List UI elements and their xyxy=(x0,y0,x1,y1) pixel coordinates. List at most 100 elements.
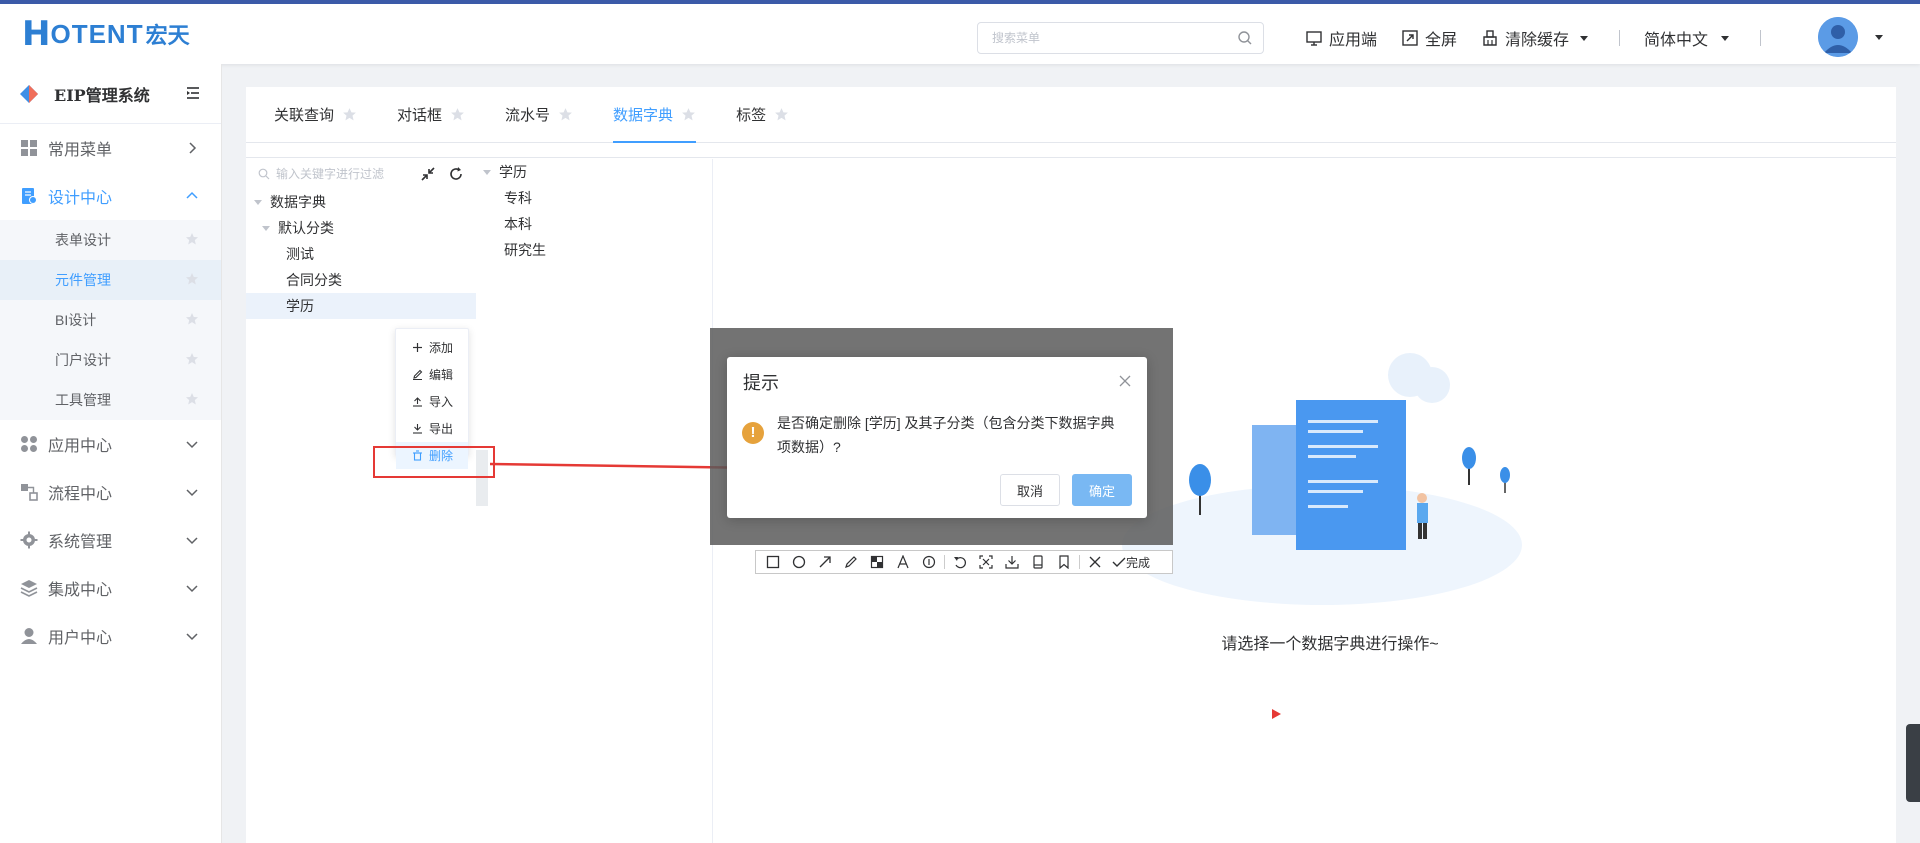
pin-tool[interactable] xyxy=(1025,551,1051,573)
sidebar-item-component-mgmt[interactable]: 元件管理 xyxy=(0,260,221,300)
menu-flow-center[interactable]: 流程中心 xyxy=(0,468,221,516)
arrow-tool[interactable] xyxy=(812,551,838,573)
clear-cache-button[interactable]: 清除缓存 xyxy=(1481,26,1595,50)
sidebar: EIP管理系统 常用菜单 设计中心 表单设计 元件管理 BI设计 门户设计 工具… xyxy=(0,64,222,843)
collapse-menu-icon[interactable] xyxy=(185,85,201,101)
number-circle-icon xyxy=(922,555,936,569)
menu-integration-center[interactable]: 集成中心 xyxy=(0,564,221,612)
tree-node[interactable]: 默认分类 xyxy=(246,215,476,241)
star-icon[interactable] xyxy=(185,352,199,366)
search-input[interactable] xyxy=(992,23,1232,53)
tree-context-menu: 添加 编辑 导入 导出 删除 xyxy=(395,328,469,469)
tree-node[interactable]: 合同分类 xyxy=(246,267,476,293)
tree-node[interactable]: 学历 xyxy=(483,159,712,185)
annotation-toolbar: 完成 xyxy=(755,550,1173,574)
tab-related-query[interactable]: 关联查询 xyxy=(274,86,357,142)
search-icon xyxy=(258,168,270,180)
refresh-icon[interactable] xyxy=(448,166,464,182)
tree-node[interactable]: 专科 xyxy=(483,185,712,211)
tab-serial-number[interactable]: 流水号 xyxy=(505,86,573,142)
menu-user-center[interactable]: 用户中心 xyxy=(0,612,221,660)
mosaic-tool[interactable] xyxy=(864,551,890,573)
undo-tool[interactable] xyxy=(947,551,973,573)
star-icon[interactable] xyxy=(185,392,199,406)
star-icon[interactable] xyxy=(450,107,465,122)
ellipse-tool[interactable] xyxy=(786,551,812,573)
tab-data-dictionary[interactable]: 数据字典 xyxy=(613,86,697,143)
dialog-message: 是否确定删除 [学历] 及其子分类（包含分类下数据字典项数据）? xyxy=(777,415,1115,455)
save-tool[interactable] xyxy=(999,551,1025,573)
tree-filter-input[interactable] xyxy=(276,167,426,181)
context-export[interactable]: 导出 xyxy=(396,415,468,442)
star-icon[interactable] xyxy=(185,312,199,326)
rectangle-tool[interactable] xyxy=(760,551,786,573)
tree-node[interactable]: 本科 xyxy=(483,211,712,237)
chevron-right-icon xyxy=(189,142,197,154)
context-import[interactable]: 导入 xyxy=(396,388,468,415)
star-icon[interactable] xyxy=(558,107,573,122)
cancel-button[interactable]: 取消 xyxy=(1000,474,1060,506)
hotent-logo[interactable]: H OTENT 宏天 xyxy=(22,14,190,54)
cancel-tool[interactable] xyxy=(1082,551,1108,573)
caret-down-icon xyxy=(1721,36,1730,41)
menu-system-mgmt[interactable]: 系统管理 xyxy=(0,516,221,564)
text-icon xyxy=(897,555,909,569)
caret-down-icon[interactable] xyxy=(483,169,491,175)
warning-icon: ! xyxy=(742,422,764,444)
number-tool[interactable] xyxy=(916,551,942,573)
done-button[interactable]: 完成 xyxy=(1112,554,1150,571)
close-icon[interactable] xyxy=(1119,375,1131,387)
layers-icon xyxy=(20,580,38,597)
tree-node[interactable]: 研究生 xyxy=(483,237,712,263)
menu-common[interactable]: 常用菜单 xyxy=(0,124,221,172)
divider xyxy=(1760,30,1762,46)
menu-app-center[interactable]: 应用中心 xyxy=(0,420,221,468)
tree-node[interactable]: 数据字典 xyxy=(246,189,476,215)
caret-down-icon[interactable] xyxy=(262,225,270,231)
confirm-button[interactable]: 确定 xyxy=(1072,474,1132,506)
side-floating-widget[interactable] xyxy=(1906,724,1920,802)
tab-tags[interactable]: 标签 xyxy=(736,86,789,142)
bookmark-tool[interactable] xyxy=(1051,551,1077,573)
caret-down-icon[interactable] xyxy=(1874,32,1884,42)
tab-dialog[interactable]: 对话框 xyxy=(397,86,465,142)
annotation-pointer xyxy=(1272,709,1281,719)
crop-tool[interactable] xyxy=(973,551,999,573)
text-tool[interactable] xyxy=(890,551,916,573)
circle-icon xyxy=(792,555,806,569)
design-doc-icon xyxy=(22,188,37,204)
download-icon xyxy=(1005,556,1019,569)
flow-icon xyxy=(21,484,38,501)
star-icon[interactable] xyxy=(774,107,789,122)
search-icon[interactable] xyxy=(1237,30,1253,46)
gear-icon xyxy=(20,531,38,549)
star-icon[interactable] xyxy=(342,107,357,122)
sidebar-item-form-design[interactable]: 表单设计 xyxy=(0,220,221,260)
pencil-icon xyxy=(845,556,857,568)
caret-down-icon[interactable] xyxy=(254,199,262,205)
sidebar-item-bi-design[interactable]: BI设计 xyxy=(0,300,221,340)
pen-tool[interactable] xyxy=(838,551,864,573)
app-end-button[interactable]: 应用端 xyxy=(1305,26,1377,50)
tab-content-divider xyxy=(246,144,1896,158)
broom-icon xyxy=(1483,30,1497,46)
upload-icon xyxy=(413,397,422,407)
star-icon[interactable] xyxy=(681,107,696,122)
eip-logo-icon xyxy=(20,84,38,103)
collapse-all-icon[interactable] xyxy=(420,166,436,182)
fullscreen-button[interactable]: 全屏 xyxy=(1401,26,1457,50)
sidebar-item-tools-mgmt[interactable]: 工具管理 xyxy=(0,380,221,420)
context-add[interactable]: 添加 xyxy=(396,334,468,361)
user-avatar[interactable] xyxy=(1818,17,1858,57)
chevron-down-icon xyxy=(186,537,198,545)
tree-node[interactable]: 测试 xyxy=(246,241,476,267)
star-icon[interactable] xyxy=(185,232,199,246)
sidebar-item-portal-design[interactable]: 门户设计 xyxy=(0,340,221,380)
top-header: HOTENT宏天 应用端 全屏 清除缓存 简体中文 xyxy=(0,0,1920,64)
language-select[interactable]: 简体中文 xyxy=(1644,26,1736,50)
star-icon[interactable] xyxy=(185,272,199,286)
tree-node-selected[interactable]: 学历 xyxy=(246,293,476,319)
user-icon xyxy=(21,628,37,644)
menu-design-center[interactable]: 设计中心 xyxy=(0,172,221,220)
context-edit[interactable]: 编辑 xyxy=(396,361,468,388)
